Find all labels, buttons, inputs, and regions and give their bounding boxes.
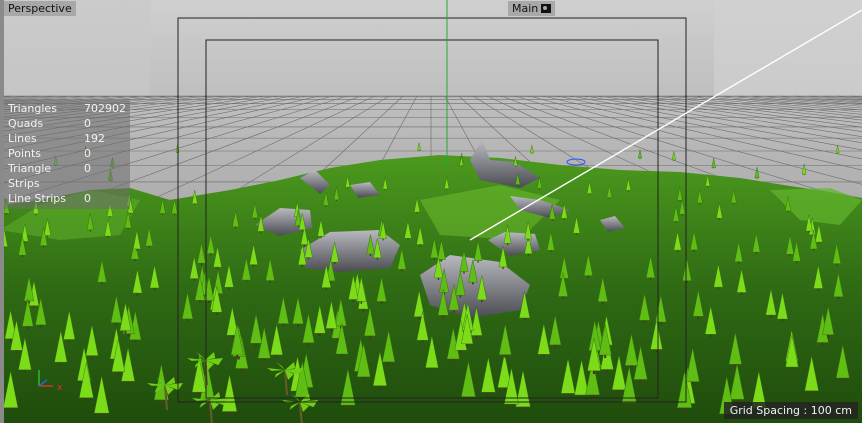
viewport-left-border (0, 0, 4, 423)
axis-x-label: x (57, 383, 63, 393)
3d-viewport[interactable]: Perspective Main Triangles 702902 Quads 0 Li… (0, 0, 862, 423)
stat-label: Quads (8, 117, 44, 130)
stat-row-points: Points 0 (8, 146, 126, 161)
stat-row-quads: Quads 0 (8, 116, 126, 131)
grid-spacing-label: Grid Spacing : 100 cm (723, 402, 858, 419)
stat-label: Line Strips (8, 192, 67, 205)
scene-render[interactable] (0, 0, 862, 423)
stat-row-triangle-strips: Triangle Strips 0 (8, 161, 126, 191)
axis-gizmo: x (38, 370, 63, 393)
stat-row-line-strips: Line Strips 0 (8, 191, 126, 206)
stat-label: Triangles (8, 102, 57, 115)
stat-value: 0 (84, 162, 91, 175)
stat-label: Lines (8, 132, 37, 145)
stat-value: 702902 (84, 102, 126, 115)
stat-row-triangles: Triangles 702902 (8, 101, 126, 116)
safe-frame-shade-right (714, 0, 862, 100)
view-mode-label[interactable]: Perspective (4, 1, 76, 16)
stat-value: 192 (84, 132, 105, 145)
stat-label: Points (8, 147, 42, 160)
stat-label: Triangle Strips (8, 162, 52, 190)
stats-overlay: Triangles 702902 Quads 0 Lines 192 Points 0 Tria… (4, 100, 130, 209)
stat-value: 0 (84, 117, 91, 130)
camera-selector[interactable]: Main (508, 1, 556, 16)
stat-value: 0 (84, 192, 91, 205)
camera-name: Main (512, 2, 539, 15)
stat-row-lines: Lines 192 (8, 131, 126, 146)
stat-value: 0 (84, 147, 91, 160)
camera-icon (541, 4, 552, 13)
